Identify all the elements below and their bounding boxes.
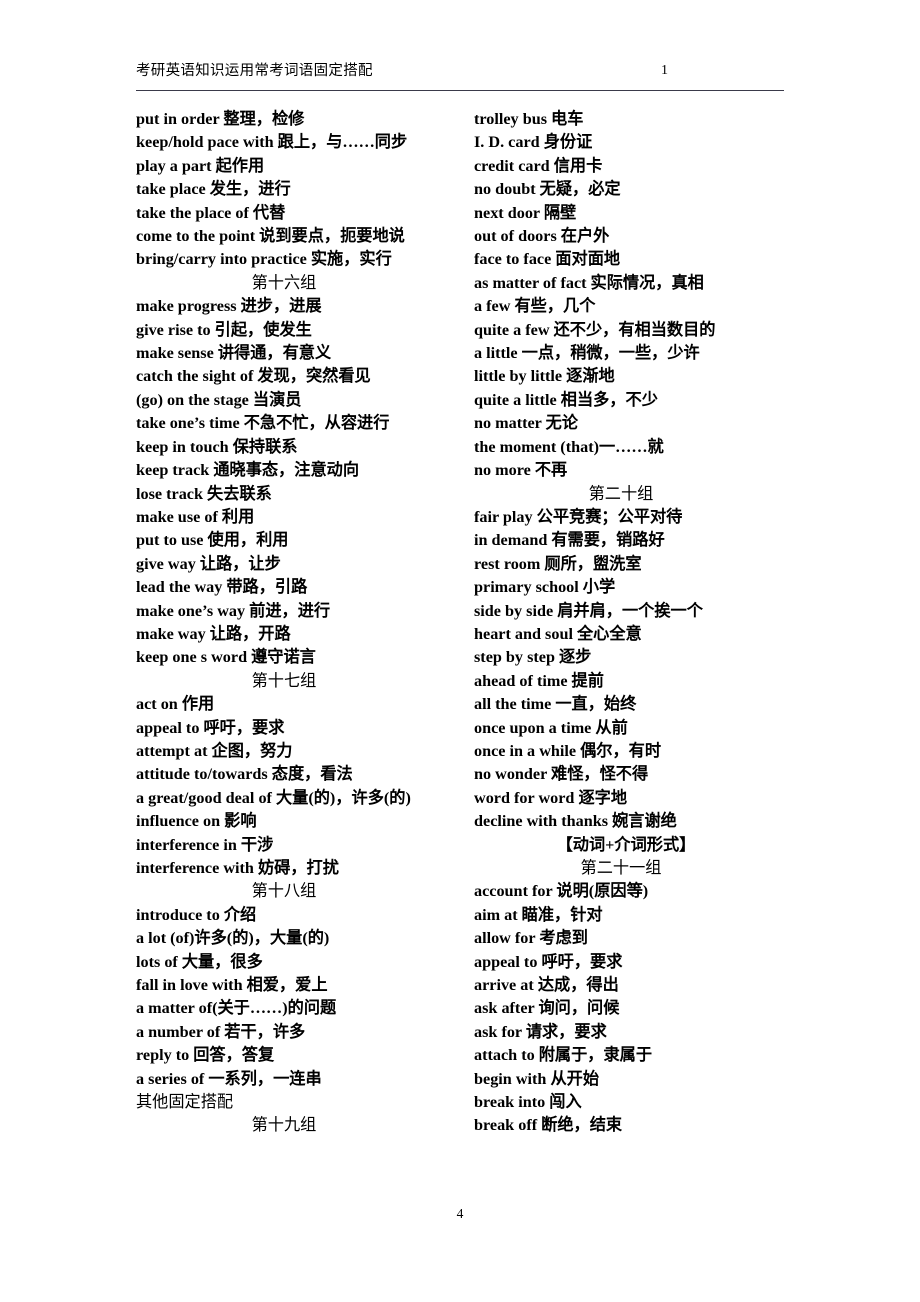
group-heading: 第十七组 bbox=[251, 671, 317, 690]
glossary-entry: keep in touch 保持联系 bbox=[136, 437, 298, 456]
glossary-entry: a number of 若干，许多 bbox=[136, 1022, 306, 1041]
group-heading: 第十八组 bbox=[251, 882, 317, 901]
glossary-entry: come to the point 说到要点，扼要地说 bbox=[136, 227, 405, 246]
glossary-entry: act on 作用 bbox=[136, 695, 215, 714]
glossary-entry: take the place of 代替 bbox=[136, 203, 286, 222]
group-heading: 【动词+介词形式】 bbox=[556, 835, 696, 854]
glossary-entry: keep track 通晓事态，注意动向 bbox=[136, 461, 360, 480]
glossary-entry: make one’s way 前进，进行 bbox=[136, 601, 331, 620]
glossary-entry: decline with thanks 婉言谢绝 bbox=[474, 812, 677, 831]
glossary-entry: fair play 公平竞赛；公平对待 bbox=[474, 507, 683, 526]
glossary-entry: all the time 一直，始终 bbox=[474, 695, 637, 714]
glossary-entry: no more 不再 bbox=[474, 461, 568, 480]
glossary-entry: play a part 起作用 bbox=[136, 156, 265, 175]
glossary-entry: begin with 从开始 bbox=[474, 1069, 600, 1088]
glossary-entry: a series of 一系列，一连串 bbox=[136, 1069, 322, 1088]
glossary-entry: aim at 瞄准，针对 bbox=[474, 905, 603, 924]
glossary-entry: quite a little 相当多，不少 bbox=[474, 390, 658, 409]
glossary-entry: (go) on the stage 当演员 bbox=[136, 390, 302, 409]
glossary-entry: step by step 逐步 bbox=[474, 648, 592, 667]
glossary-entry: heart and soul 全心全意 bbox=[474, 624, 642, 643]
glossary-entry: keep/hold pace with 跟上，与……同步 bbox=[136, 133, 408, 152]
glossary-entry: attitude to/towards 态度，看法 bbox=[136, 765, 353, 784]
glossary-entry: make use of 利用 bbox=[136, 507, 255, 526]
glossary-entry: as matter of fact 实际情况，真相 bbox=[474, 273, 704, 292]
glossary-entry: make way 让路，开路 bbox=[136, 624, 291, 643]
glossary-entry: fall in love with 相爱，爱上 bbox=[136, 976, 328, 995]
glossary-entry: no wonder 难怪，怪不得 bbox=[474, 765, 649, 784]
glossary-entry: primary school 小学 bbox=[474, 578, 616, 597]
glossary-entry: word for word 逐字地 bbox=[474, 788, 628, 807]
footer-page-number: 4 bbox=[456, 1206, 464, 1221]
glossary-entry: take one’s time 不急不忙，从容进行 bbox=[136, 414, 390, 433]
document-page: 考研英语知识运用常考词语固定搭配 1 put in order 整理，检修 kee… bbox=[0, 0, 920, 1302]
glossary-entry: rest room 厕所，盥洗室 bbox=[474, 554, 642, 573]
glossary-entry: once upon a time 从前 bbox=[474, 718, 628, 737]
glossary-entry: make sense 讲得通，有意义 bbox=[136, 344, 332, 363]
glossary-entry: I. D. card 身份证 bbox=[474, 133, 593, 152]
glossary-entry: out of doors 在户外 bbox=[474, 227, 610, 246]
glossary-entry: a lot (of)许多(的)，大量(的) bbox=[136, 929, 330, 948]
glossary-entry: reply to 回答，答复 bbox=[136, 1046, 275, 1065]
glossary-entry: break off 断绝，结束 bbox=[474, 1116, 623, 1135]
glossary-entry: account for 说明(原因等) bbox=[474, 882, 649, 901]
glossary-entry: put in order 整理，检修 bbox=[136, 110, 305, 128]
glossary-entry: introduce to 介绍 bbox=[136, 905, 257, 924]
glossary-entry: ahead of time 提前 bbox=[474, 671, 604, 690]
group-heading: 第二十组 bbox=[588, 484, 654, 503]
glossary-entry: catch the sight of 发现，突然看见 bbox=[136, 367, 371, 386]
glossary-entry: a little 一点，稍微，一些，少许 bbox=[474, 344, 700, 363]
group-heading: 第二十一组 bbox=[580, 859, 662, 877]
two-column-body: put in order 整理，检修 keep/hold pace with 跟上… bbox=[136, 108, 796, 1138]
glossary-entry: a matter of(关于……)的问题 bbox=[136, 999, 337, 1018]
group-heading: 第十九组 bbox=[251, 1116, 317, 1135]
glossary-entry: influence on 影响 bbox=[136, 812, 257, 831]
glossary-entry: interference with 妨碍，打扰 bbox=[136, 859, 339, 877]
left-column: put in order 整理，检修 keep/hold pace with 跟上… bbox=[136, 108, 466, 1138]
glossary-entry: interference in 干涉 bbox=[136, 835, 274, 854]
glossary-entry: bring/carry into practice 实施，实行 bbox=[136, 250, 392, 269]
glossary-entry: trolley bus 电车 bbox=[474, 110, 584, 128]
glossary-entry: a great/good deal of 大量(的)，许多(的) bbox=[136, 788, 411, 807]
glossary-entry: allow for 考虑到 bbox=[474, 929, 588, 948]
glossary-entry: face to face 面对面地 bbox=[474, 250, 621, 269]
glossary-entry: quite a few 还不少，有相当数目的 bbox=[474, 320, 716, 339]
glossary-entry: give rise to 引起，使发生 bbox=[136, 320, 312, 339]
glossary-entry: lots of 大量，很多 bbox=[136, 952, 263, 971]
group-heading: 第十六组 bbox=[251, 273, 317, 292]
glossary-entry: take place 发生，进行 bbox=[136, 180, 291, 199]
page-footer: 4 bbox=[0, 1206, 920, 1222]
header-title: 考研英语知识运用常考词语固定搭配 bbox=[136, 63, 373, 79]
glossary-entry: give way 让路，让步 bbox=[136, 554, 281, 573]
glossary-entry: attach to 附属于，隶属于 bbox=[474, 1046, 653, 1065]
glossary-entry: lead the way 带路，引路 bbox=[136, 578, 308, 597]
glossary-entry: put to use 使用，利用 bbox=[136, 531, 289, 550]
glossary-entry: the moment (that)一……就 bbox=[474, 437, 664, 456]
glossary-entry: ask for 请求，要求 bbox=[474, 1022, 607, 1041]
glossary-entry: break into 闯入 bbox=[474, 1093, 582, 1112]
glossary-entry: no doubt 无疑，必定 bbox=[474, 180, 621, 199]
glossary-entry: credit card 信用卡 bbox=[474, 156, 603, 175]
glossary-entry: appeal to 呼吁，要求 bbox=[136, 718, 285, 737]
glossary-entry: arrive at 达成，得出 bbox=[474, 976, 619, 995]
glossary-entry: in demand 有需要，销路好 bbox=[474, 531, 665, 550]
glossary-entry: appeal to 呼吁，要求 bbox=[474, 952, 623, 971]
running-header: 考研英语知识运用常考词语固定搭配 1 bbox=[136, 62, 784, 91]
header-page-reference: 1 bbox=[661, 63, 668, 78]
glossary-entry: side by side 肩并肩，一个挨一个 bbox=[474, 601, 703, 620]
glossary-entry: make progress 进步，进展 bbox=[136, 297, 322, 316]
glossary-entry: attempt at 企图，努力 bbox=[136, 741, 293, 760]
section-note: 其他固定搭配 bbox=[136, 1093, 234, 1112]
glossary-entry: next door 隔壁 bbox=[474, 203, 577, 222]
right-column: trolley bus 电车 I. D. card 身份证 credit card … bbox=[466, 108, 796, 1138]
glossary-entry: lose track 失去联系 bbox=[136, 484, 272, 503]
glossary-entry: once in a while 偶尔，有时 bbox=[474, 741, 662, 760]
glossary-entry: keep one s word 遵守诺言 bbox=[136, 648, 316, 667]
glossary-entry: a few 有些，几个 bbox=[474, 297, 596, 316]
glossary-entry: ask after 询问，问候 bbox=[474, 999, 620, 1018]
glossary-entry: no matter 无论 bbox=[474, 414, 579, 433]
glossary-entry: little by little 逐渐地 bbox=[474, 367, 615, 386]
